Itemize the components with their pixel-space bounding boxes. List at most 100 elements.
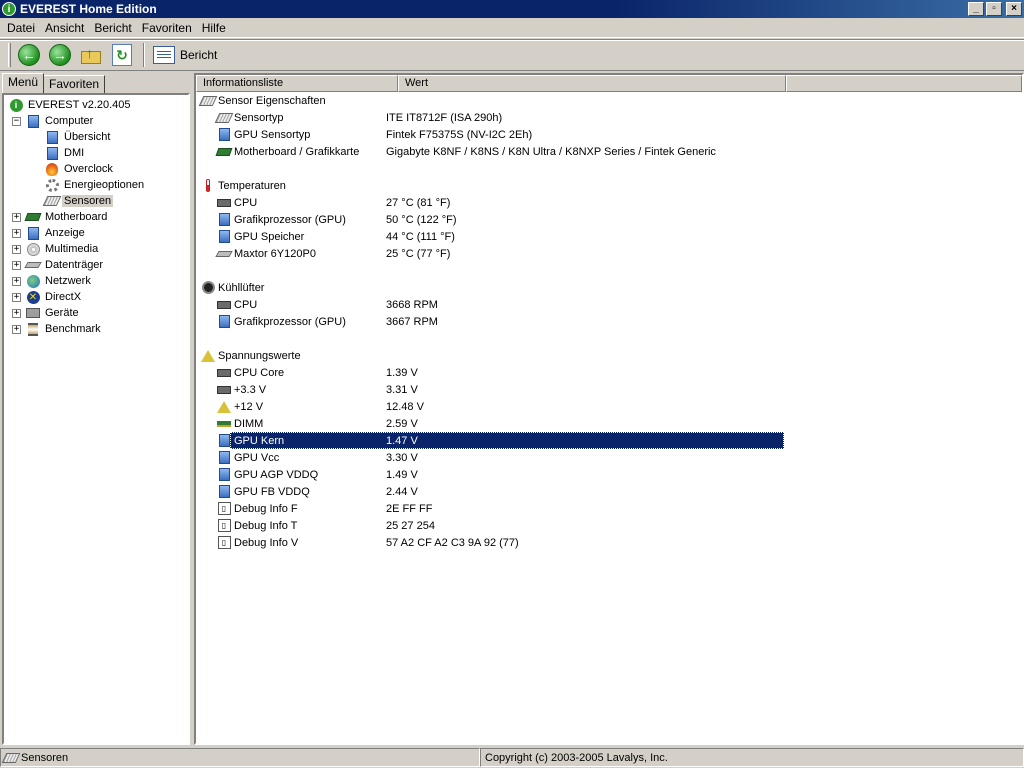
column-header-informationsliste[interactable]: Informationsliste xyxy=(196,75,398,92)
list-item[interactable]: Grafikprozessor (GPU) 50 °C (122 °F) xyxy=(196,211,1022,228)
fire-icon xyxy=(44,162,60,176)
item-field: Sensortyp xyxy=(196,111,380,125)
group-header[interactable]: Spannungswerte xyxy=(196,347,1022,364)
back-icon: ← xyxy=(18,44,40,66)
tree-item-anzeige[interactable]: + Anzeige xyxy=(4,225,188,241)
list-item[interactable]: GPU Speicher 44 °C (111 °F) xyxy=(196,228,1022,245)
expand-toggle[interactable]: + xyxy=(12,244,21,254)
item-field: Grafikprozessor (GPU) xyxy=(196,213,380,227)
tree-item-motherboard[interactable]: + Motherboard xyxy=(4,209,188,225)
group-title: Spannungswerte xyxy=(218,349,301,362)
group-header[interactable]: Temperaturen xyxy=(196,177,1022,194)
refresh-button[interactable]: ↻ xyxy=(108,41,136,69)
list-item[interactable]: Motherboard / Grafikkarte Gigabyte K8NF /… xyxy=(196,143,1022,160)
menu-hilfe[interactable]: Hilfe xyxy=(197,21,231,35)
expand-toggle[interactable]: + xyxy=(12,212,21,222)
expand-toggle[interactable]: + xyxy=(12,228,21,238)
list-item[interactable]: +12 V 12.48 V xyxy=(196,398,1022,415)
item-field: +3.3 V xyxy=(196,383,380,397)
forward-button[interactable]: → xyxy=(46,41,74,69)
cpu-icon xyxy=(216,383,232,397)
tab-favoriten[interactable]: Favoriten xyxy=(43,75,106,93)
sensor-icon xyxy=(42,194,62,208)
list-item[interactable]: DIMM 2.59 V xyxy=(196,415,1022,432)
tree-item-sensoren[interactable]: Sensoren xyxy=(4,193,188,209)
group-header[interactable]: Kühllüfter xyxy=(196,279,1022,296)
column-header-wert[interactable]: Wert xyxy=(398,75,786,92)
item-field-label: GPU Sensortyp xyxy=(234,128,311,141)
tree-item-dmi[interactable]: DMI xyxy=(4,145,188,161)
list-item[interactable]: GPU Vcc 3.30 V xyxy=(196,449,1022,466)
list-item[interactable]: CPU 3668 RPM xyxy=(196,296,1022,313)
list-item[interactable]: GPU FB VDDQ 2.44 V xyxy=(196,483,1022,500)
tab-menu[interactable]: Menü xyxy=(2,73,45,93)
item-field: Maxtor 6Y120P0 xyxy=(196,247,380,261)
maximize-button[interactable]: ▫ xyxy=(986,2,1002,16)
list-item[interactable]: Grafikprozessor (GPU) 3667 RPM xyxy=(196,313,1022,330)
list-item[interactable]: Sensortyp ITE IT8712F (ISA 290h) xyxy=(196,109,1022,126)
fan-icon xyxy=(200,281,216,295)
expand-toggle[interactable]: + xyxy=(12,292,21,302)
minimize-button[interactable]: _ xyxy=(968,2,984,16)
toolbar-grip[interactable] xyxy=(8,43,11,67)
tree-item-multimedia[interactable]: + Multimedia xyxy=(4,241,188,257)
item-field-label: +12 V xyxy=(234,400,264,413)
up-button[interactable]: ↑ xyxy=(77,41,105,69)
list-item[interactable]: GPU Sensortyp Fintek F75375S (NV-I2C 2Eh) xyxy=(196,126,1022,143)
tree-item-overclock[interactable]: Overclock xyxy=(4,161,188,177)
back-button[interactable]: ← xyxy=(15,41,43,69)
expand-toggle[interactable]: + xyxy=(12,276,21,286)
group-header[interactable]: Sensor Eigenschaften xyxy=(196,92,1022,109)
item-value: 27 °C (81 °F) xyxy=(386,196,451,209)
status-copyright: Copyright (c) 2003-2005 Lavalys, Inc. xyxy=(485,751,668,764)
item-field: CPU xyxy=(196,196,380,210)
expand-toggle[interactable]: + xyxy=(12,260,21,270)
devices-icon xyxy=(25,306,41,320)
tree-item-übersicht[interactable]: Übersicht xyxy=(4,129,188,145)
menu-favoriten[interactable]: Favoriten xyxy=(137,21,197,35)
expand-toggle[interactable]: + xyxy=(12,308,21,318)
tree-item-computer[interactable]: − Computer xyxy=(4,113,188,129)
item-value: 1.47 V xyxy=(386,434,418,447)
menu-bericht[interactable]: Bericht xyxy=(89,21,136,35)
menu-datei[interactable]: Datei xyxy=(2,21,40,35)
menu-ansicht[interactable]: Ansicht xyxy=(40,21,89,35)
item-value: 3668 RPM xyxy=(386,298,438,311)
expand-toggle[interactable]: + xyxy=(12,324,21,334)
list-item[interactable]: ▯ Debug Info F 2E FF FF xyxy=(196,500,1022,517)
tree-item-benchmark[interactable]: + Benchmark xyxy=(4,321,188,337)
tree-item-everest-v2-20-405[interactable]: i EVEREST v2.20.405 xyxy=(4,97,188,113)
item-field-label: CPU Core xyxy=(234,366,285,379)
item-field-label: CPU xyxy=(234,196,258,209)
tree-item-label: Energieoptionen xyxy=(64,179,145,191)
list-item[interactable]: GPU AGP VDDQ 1.49 V xyxy=(196,466,1022,483)
report-label: Bericht xyxy=(180,48,218,62)
tree-item-directx[interactable]: + ✕ DirectX xyxy=(4,289,188,305)
globe-icon xyxy=(25,274,41,288)
item-field-label: Motherboard / Grafikkarte xyxy=(234,145,360,158)
tree-item-netzwerk[interactable]: + Netzwerk xyxy=(4,273,188,289)
tree-item-label: Multimedia xyxy=(45,243,99,255)
list-item[interactable]: ▯ Debug Info V 57 A2 CF A2 C3 9A 92 (77) xyxy=(196,534,1022,551)
group-title: Temperaturen xyxy=(218,179,286,192)
list-item[interactable]: CPU 27 °C (81 °F) xyxy=(196,194,1022,211)
collapse-toggle[interactable]: − xyxy=(12,116,21,126)
cpu-icon xyxy=(216,298,232,312)
cpu-icon xyxy=(216,366,232,380)
status-left-text: Sensoren xyxy=(21,751,69,764)
title-bar[interactable]: i EVEREST Home Edition _ ▫ × xyxy=(0,0,1024,18)
status-left: Sensoren xyxy=(0,748,480,767)
tree-item-geräte[interactable]: + Geräte xyxy=(4,305,188,321)
column-header-empty xyxy=(786,75,1022,92)
tree-item-energieoptionen[interactable]: Energieoptionen xyxy=(4,177,188,193)
list-item[interactable]: ▯ Debug Info T 25 27 254 xyxy=(196,517,1022,534)
report-button[interactable]: Bericht xyxy=(149,41,221,69)
list-item[interactable]: +3.3 V 3.31 V xyxy=(196,381,1022,398)
tree-item-datenträger[interactable]: + Datenträger xyxy=(4,257,188,273)
list-item[interactable]: Maxtor 6Y120P0 25 °C (77 °F) xyxy=(196,245,1022,262)
list-item[interactable]: GPU Kern 1.47 V xyxy=(196,432,1022,449)
list-item[interactable]: CPU Core 1.39 V xyxy=(196,364,1022,381)
item-value: Gigabyte K8NF / K8NS / K8N Ultra / K8NXP… xyxy=(386,145,716,158)
close-button[interactable]: × xyxy=(1006,2,1022,16)
